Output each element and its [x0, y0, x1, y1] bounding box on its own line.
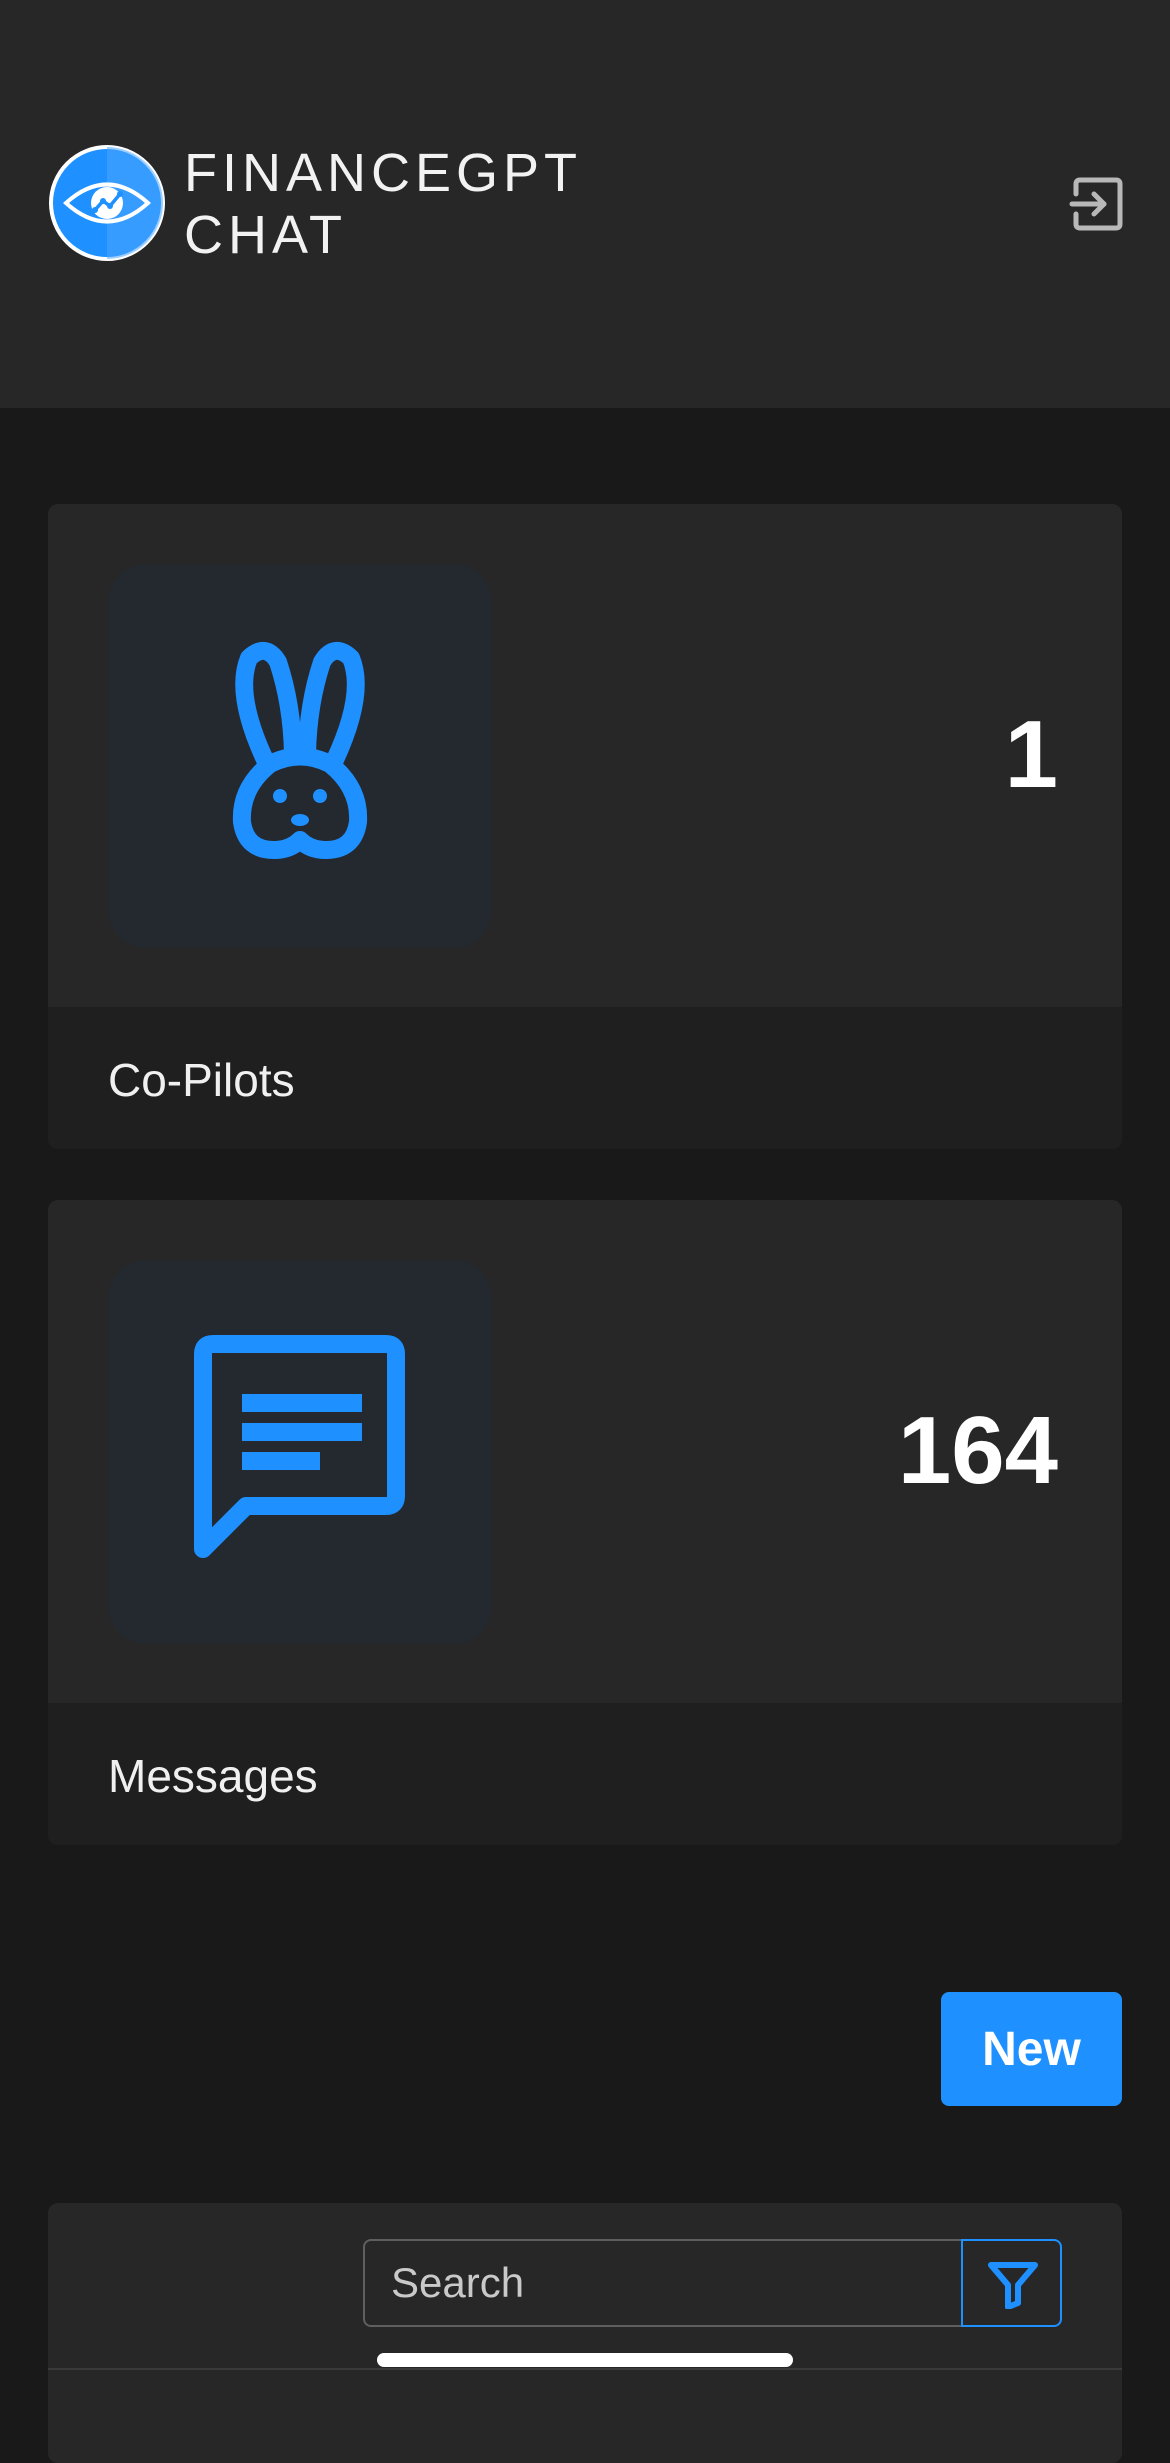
rabbit-icon: [232, 642, 368, 859]
logout-icon[interactable]: [1068, 174, 1128, 234]
app-header: FINANCEGPT CHAT: [0, 0, 1170, 408]
copilots-card[interactable]: 1 Co-Pilots: [48, 504, 1122, 1149]
filter-icon: [988, 2262, 1038, 2309]
brand-line-1: FINANCEGPT: [184, 143, 583, 203]
messages-card-body: 164: [48, 1200, 1122, 1703]
brand-title: FINANCEGPT CHAT: [184, 142, 582, 266]
copilots-icon-tile: [108, 564, 492, 948]
messages-count: 164: [897, 1397, 1058, 1504]
copilots-count: 1: [1004, 701, 1058, 808]
filter-button[interactable]: [961, 2239, 1062, 2327]
messages-card-footer: Messages: [48, 1703, 1122, 1845]
home-indicator[interactable]: [377, 2353, 793, 2367]
copilots-label: Co-Pilots: [108, 1054, 295, 1106]
list-panel: [48, 2203, 1122, 2463]
eye-chart-logo-icon: [49, 145, 165, 261]
search-input[interactable]: [363, 2239, 961, 2327]
copilots-card-footer: Co-Pilots: [48, 1007, 1122, 1149]
brand-line-2: CHAT: [184, 205, 347, 265]
message-icon: [194, 1335, 405, 1558]
messages-icon-tile: [108, 1260, 492, 1644]
messages-card[interactable]: 164 Messages: [48, 1200, 1122, 1845]
new-button[interactable]: New: [941, 1992, 1122, 2106]
messages-label: Messages: [108, 1750, 318, 1802]
copilots-card-body: 1: [48, 504, 1122, 1007]
list-divider: [48, 2368, 1122, 2370]
